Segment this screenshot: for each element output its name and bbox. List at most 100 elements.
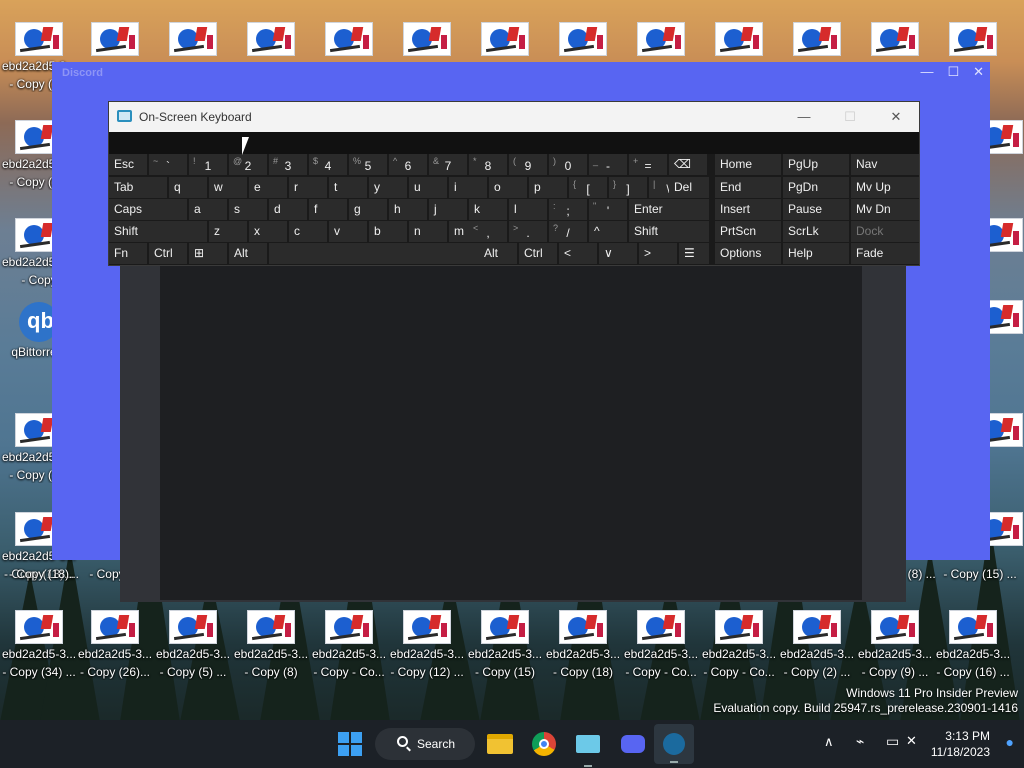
- osk-key[interactable]: ∨: [599, 243, 637, 264]
- desktop-icon-bottom-2[interactable]: ebd2a2d5-3... - Copy (5) ...: [154, 610, 232, 680]
- osk-nav-key[interactable]: End: [715, 177, 781, 198]
- discord-maximize-button[interactable]: ☐: [947, 64, 959, 80]
- taskbar-search[interactable]: Search: [375, 728, 475, 760]
- osk-key[interactable]: <: [559, 243, 597, 264]
- osk-key[interactable]: Esc: [109, 154, 147, 175]
- osk-nav-key[interactable]: Mv Dn: [851, 199, 919, 220]
- desktop-icon-bottom-4[interactable]: ebd2a2d5-3... - Copy - Co...: [310, 610, 388, 680]
- desktop-icon-top-8[interactable]: [622, 22, 700, 56]
- desktop-icon-bottom-5[interactable]: ebd2a2d5-3... - Copy (12) ...: [388, 610, 466, 680]
- osk-key[interactable]: r: [289, 177, 327, 198]
- desktop-icon-partial-label[interactable]: - Copy (18)...: [4, 564, 84, 582]
- osk-nav-key[interactable]: Pause: [783, 199, 849, 220]
- osk-key[interactable]: ) 0: [549, 154, 587, 175]
- steam-icon[interactable]: [654, 724, 694, 764]
- osk-key[interactable]: w: [209, 177, 247, 198]
- osk-key[interactable]: g: [349, 199, 387, 220]
- osk-key[interactable]: % 5: [349, 154, 387, 175]
- desktop-icon-bottom-1[interactable]: ebd2a2d5-3... - Copy (26)...: [76, 610, 154, 680]
- osk-key[interactable]: q: [169, 177, 207, 198]
- osk-key[interactable]: Alt: [229, 243, 267, 264]
- osk-key[interactable]: >.: [509, 221, 547, 242]
- start-button[interactable]: [338, 732, 362, 756]
- file-explorer-icon[interactable]: [487, 734, 513, 754]
- osk-key[interactable]: [269, 243, 479, 264]
- osk-nav-key[interactable]: Options: [715, 243, 781, 264]
- osk-titlebar[interactable]: On-Screen Keyboard — ☐ ✕: [109, 102, 919, 132]
- osk-key[interactable]: ^: [589, 221, 627, 242]
- osk-key[interactable]: ⌫: [669, 154, 707, 175]
- osk-nav-key[interactable]: Help: [783, 243, 849, 264]
- notification-bell-icon[interactable]: ●: [1006, 734, 1014, 750]
- desktop-icon-top-12[interactable]: [934, 22, 1012, 56]
- osk-key[interactable]: n: [409, 221, 447, 242]
- osk-key[interactable]: d: [269, 199, 307, 220]
- osk-key[interactable]: " ': [589, 199, 627, 220]
- desktop-icon-top-2[interactable]: [154, 22, 232, 56]
- osk-nav-key[interactable]: PgUp: [783, 154, 849, 175]
- on-screen-keyboard-taskbar-icon[interactable]: [576, 735, 600, 767]
- osk-key[interactable]: :;: [549, 199, 587, 220]
- desktop-icon-bottom-7[interactable]: ebd2a2d5-3... - Copy (18): [544, 610, 622, 680]
- osk-key[interactable]: #3: [269, 154, 307, 175]
- desktop-icon-top-3[interactable]: [232, 22, 310, 56]
- osk-key[interactable]: ⊞: [189, 243, 227, 264]
- osk-key[interactable]: $4: [309, 154, 347, 175]
- osk-key[interactable]: h: [389, 199, 427, 220]
- desktop-icon-bottom-6[interactable]: ebd2a2d5-3... - Copy (15): [466, 610, 544, 680]
- osk-nav-key[interactable]: PrtScn: [715, 221, 781, 242]
- osk-key[interactable]: j: [429, 199, 467, 220]
- osk-key[interactable]: @2: [229, 154, 267, 175]
- osk-key[interactable]: <,: [469, 221, 507, 242]
- osk-minimize-button[interactable]: —: [781, 102, 827, 132]
- on-screen-keyboard-window[interactable]: On-Screen Keyboard — ☐ ✕ Esc ~ `! 1 @2 #3 $4% 5…: [108, 101, 920, 266]
- osk-key[interactable]: y: [369, 177, 407, 198]
- display-icon[interactable]: ▭: [886, 733, 899, 750]
- osk-key[interactable]: Tab: [109, 177, 167, 198]
- desktop-icon-bottom-11[interactable]: ebd2a2d5-3... - Copy (9) ...: [856, 610, 934, 680]
- desktop-icon-top-6[interactable]: [466, 22, 544, 56]
- desktop-icon-top-9[interactable]: [700, 22, 778, 56]
- osk-key[interactable]: Shift: [109, 221, 207, 242]
- desktop-icon-bottom-10[interactable]: ebd2a2d5-3... - Copy (2) ...: [778, 610, 856, 680]
- osk-key[interactable]: o: [489, 177, 527, 198]
- osk-key[interactable]: + =: [629, 154, 667, 175]
- osk-key[interactable]: Alt: [479, 243, 517, 264]
- osk-key[interactable]: t: [329, 177, 367, 198]
- desktop-icon-bottom-3[interactable]: ebd2a2d5-3... - Copy (8): [232, 610, 310, 680]
- clock[interactable]: 3:13 PM 11/18/2023: [931, 728, 990, 760]
- osk-key[interactable]: }]: [609, 177, 647, 198]
- osk-nav-key[interactable]: Fade: [851, 243, 919, 264]
- osk-nav-key[interactable]: Insert: [715, 199, 781, 220]
- desktop-icon-top-10[interactable]: [778, 22, 856, 56]
- desktop-icon-bottom-0[interactable]: ebd2a2d5-3... - Copy (34) ...: [0, 610, 78, 680]
- osk-nav-key[interactable]: Mv Up: [851, 177, 919, 198]
- desktop-icon-top-5[interactable]: [388, 22, 466, 56]
- osk-key[interactable]: Caps: [109, 199, 187, 220]
- osk-key[interactable]: a: [189, 199, 227, 220]
- osk-key[interactable]: z: [209, 221, 247, 242]
- osk-key[interactable]: ☰: [679, 243, 709, 264]
- desktop-icon-bottom-12[interactable]: ebd2a2d5-3... - Copy (16) ...: [934, 610, 1012, 680]
- osk-key[interactable]: s: [229, 199, 267, 220]
- osk-nav-key[interactable]: Nav: [851, 154, 919, 175]
- discord-minimize-button[interactable]: —: [920, 64, 933, 80]
- discord-icon[interactable]: [621, 735, 645, 753]
- osk-key[interactable]: >: [639, 243, 677, 264]
- osk-key[interactable]: Shift: [629, 221, 709, 242]
- desktop-icon-partial-label[interactable]: - Copy (15) ...: [940, 564, 1020, 582]
- osk-key[interactable]: {[: [569, 177, 607, 198]
- discord-close-button[interactable]: ✕: [973, 64, 984, 80]
- desktop-icon-bottom-8[interactable]: ebd2a2d5-3... - Copy - Co...: [622, 610, 700, 680]
- osk-key[interactable]: ~ `: [149, 154, 187, 175]
- osk-key[interactable]: Ctrl: [519, 243, 557, 264]
- osk-key[interactable]: Ctrl: [149, 243, 187, 264]
- osk-nav-key[interactable]: ScrLk: [783, 221, 849, 242]
- osk-close-button[interactable]: ✕: [873, 102, 919, 132]
- desktop-icon-top-11[interactable]: [856, 22, 934, 56]
- osk-nav-key[interactable]: Home: [715, 154, 781, 175]
- osk-key[interactable]: i: [449, 177, 487, 198]
- desktop-icon-top-4[interactable]: [310, 22, 388, 56]
- osk-key[interactable]: ! 1: [189, 154, 227, 175]
- desktop-icon-top-1[interactable]: [76, 22, 154, 56]
